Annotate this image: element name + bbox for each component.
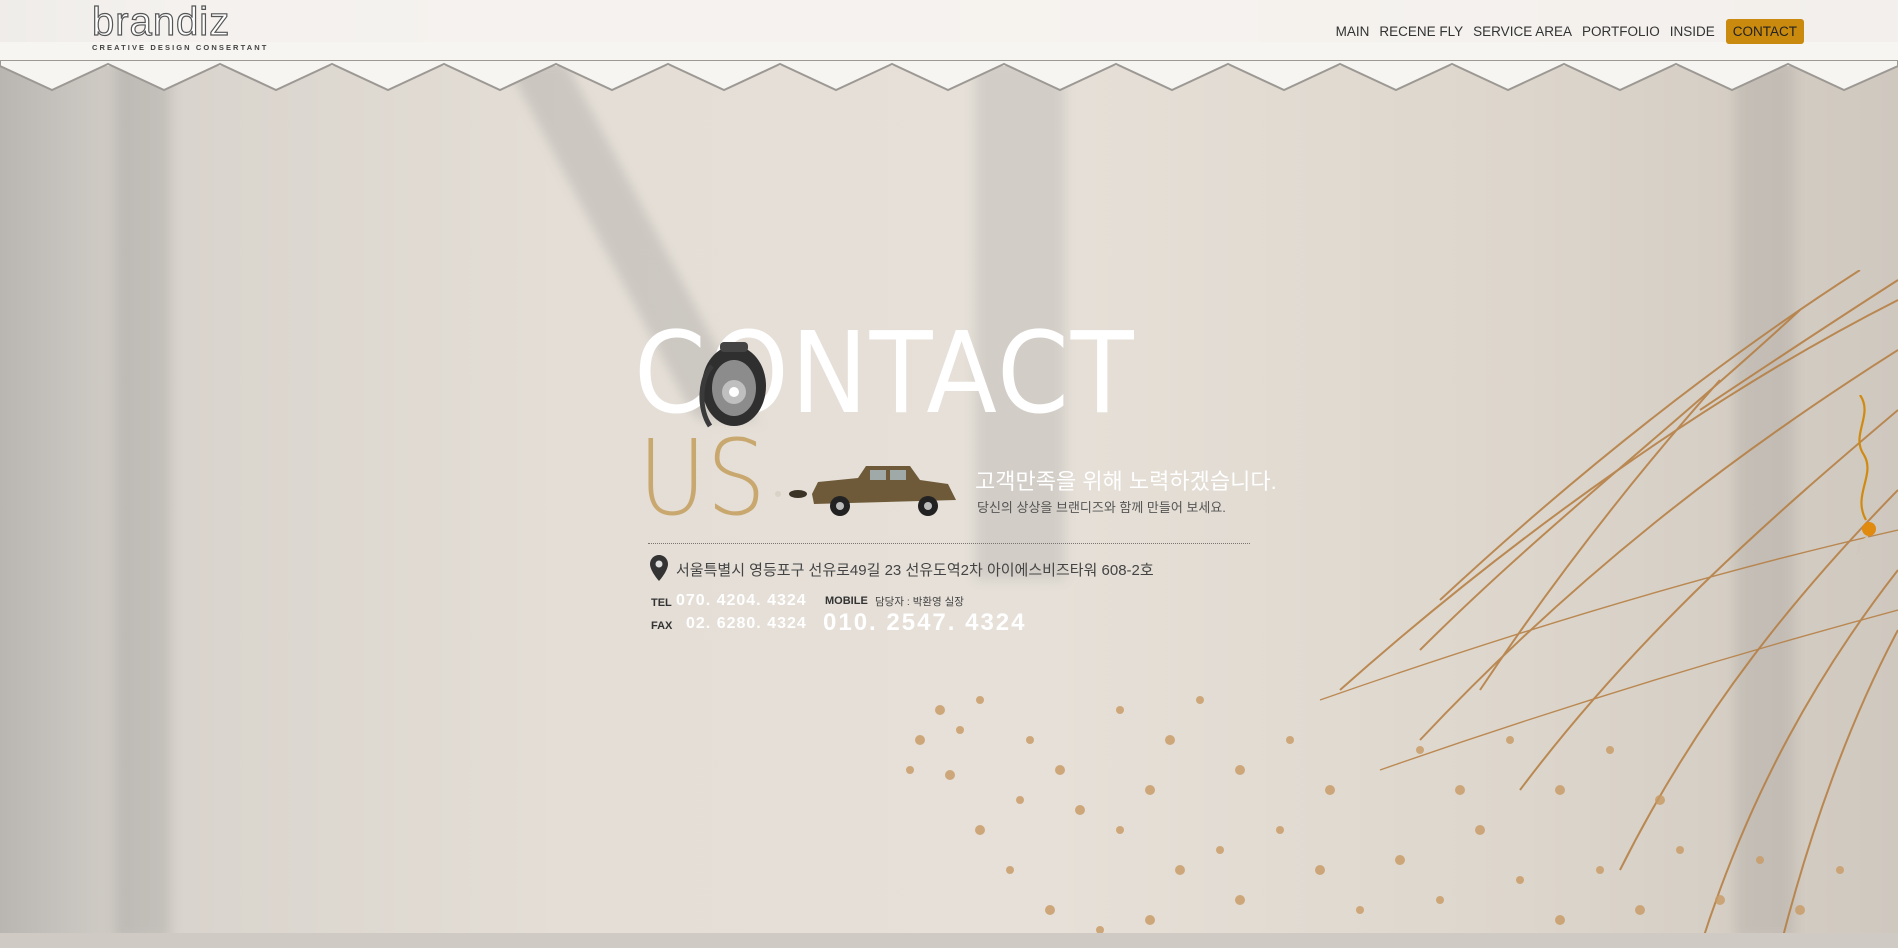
nav-item-portfolio[interactable]: PORTFOLIO — [1577, 21, 1665, 42]
taxi-illustration — [775, 466, 956, 516]
nav-item-service-area[interactable]: SERVICE AREA — [1468, 21, 1577, 42]
zigzag-divider — [0, 60, 1898, 92]
brand-logo[interactable]: brandiz CREATIVE DESIGN CONSERTANT — [91, 0, 272, 54]
logo-wordmark: brandiz — [91, 0, 231, 45]
floor-strip — [0, 933, 1898, 948]
address-text: 서울특별시 영등포구 선유로49길 23 선유도역2차 아이에스비즈타워 608… — [676, 562, 1154, 579]
main-nav: MAIN RECENE FLY SERVICE AREA PORTFOLIO I… — [1331, 19, 1804, 44]
tel-number[interactable]: 070. 4204. 4324 — [676, 592, 807, 610]
hero-subtagline: 당신의 상상을 브랜디즈와 함께 만들어 보세요. — [977, 500, 1226, 515]
fax-label: FAX — [651, 620, 673, 632]
fax-number: 02. 6280. 4324 — [686, 615, 807, 632]
hero-tagline: 고객만족을 위해 노력하겠습니다. — [975, 469, 1277, 494]
hero-title-us: US — [638, 417, 766, 539]
location-pin-icon — [650, 555, 668, 581]
nav-item-main[interactable]: MAIN — [1331, 21, 1375, 42]
logo-tagline: CREATIVE DESIGN CONSERTANT — [92, 43, 269, 52]
side-scroll-indicator[interactable] — [1852, 395, 1882, 555]
dotted-divider — [648, 543, 1250, 544]
manager-name: 담당자 : 박환영 실장 — [875, 596, 964, 608]
tel-label: TEL — [651, 597, 672, 609]
nav-item-recene-fly[interactable]: RECENE FLY — [1374, 21, 1468, 42]
mobile-label: MOBILE — [825, 595, 868, 607]
nav-item-contact[interactable]: CONTACT — [1725, 19, 1804, 44]
mobile-number[interactable]: 010. 2547. 4324 — [823, 609, 1027, 637]
window-shadow — [115, 60, 170, 940]
nav-item-inside[interactable]: INSIDE — [1665, 21, 1720, 42]
